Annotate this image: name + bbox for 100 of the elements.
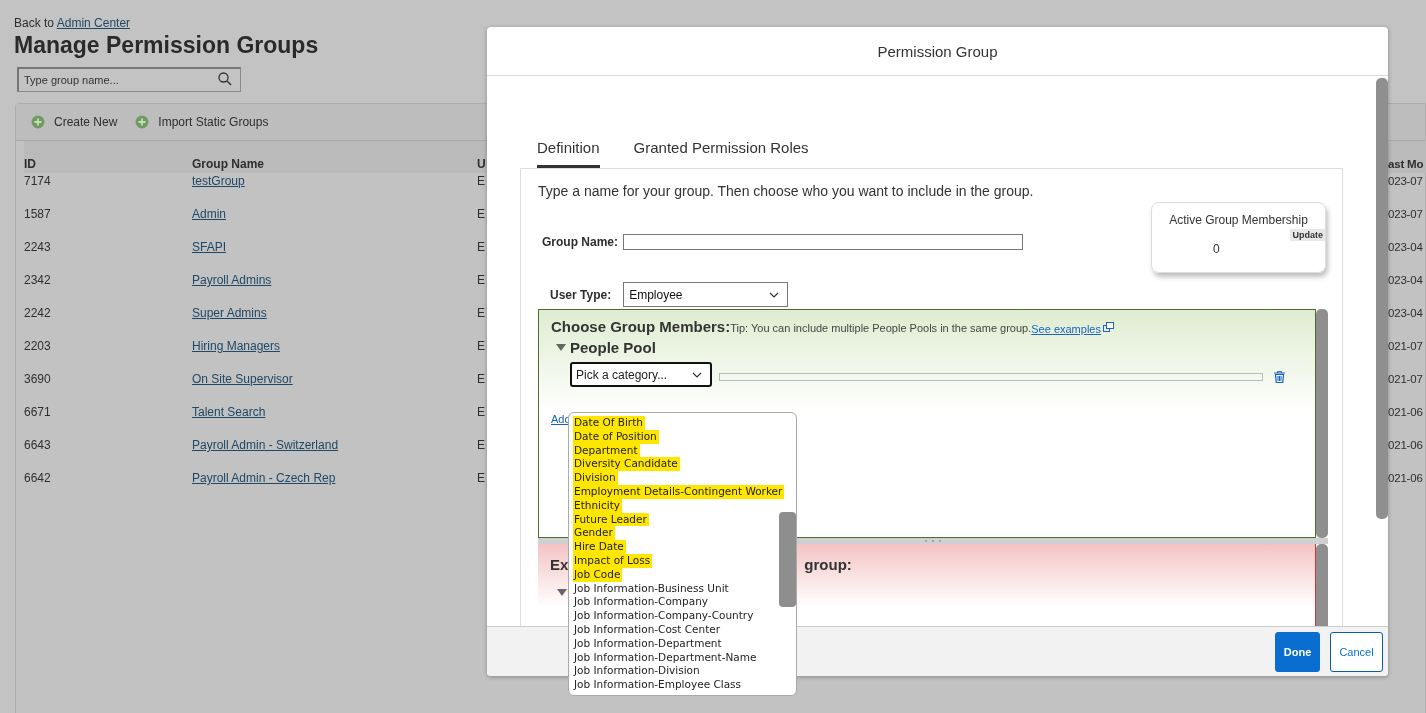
table-cell: 021-06 [1388, 472, 1423, 484]
table-cell: 021-07 [1388, 373, 1423, 385]
people-pool-title: People Pool [570, 339, 656, 356]
dropdown-option[interactable]: Impact of Loss [573, 553, 653, 568]
member-count: 0 [1213, 242, 1220, 256]
expand-triangle-icon[interactable] [556, 343, 566, 352]
dropdown-option[interactable]: Job Information-Division [573, 664, 702, 679]
group-name-link[interactable]: Payroll Admin - Czech Rep [192, 471, 336, 485]
dropdown-option[interactable]: Gender [573, 526, 615, 541]
page-title: Manage Permission Groups [14, 32, 319, 59]
dropdown-option[interactable]: Diversity Candidate [573, 457, 680, 472]
table-cell: E [477, 438, 485, 452]
table-cell: 7174 [24, 174, 51, 188]
value-field[interactable] [719, 372, 1263, 381]
group-name-field[interactable] [623, 234, 1023, 250]
external-link-icon [1102, 322, 1114, 332]
table-cell: 023-04 [1388, 307, 1423, 319]
card-title: Active Group Membership [1168, 213, 1309, 227]
table-cell: 2203 [24, 339, 51, 353]
table-cell: E [477, 405, 485, 419]
table-cell: E [477, 174, 485, 188]
dropdown-option[interactable]: Job Information-Business Unit [573, 581, 731, 596]
category-select[interactable]: Pick a category... [570, 362, 712, 387]
column-header: U [477, 157, 486, 171]
user-type-select[interactable]: Employee [623, 282, 789, 307]
table-cell: 023-04 [1388, 274, 1423, 286]
field-label: User Type: [550, 287, 612, 302]
table-cell: 3690 [24, 372, 51, 386]
column-header: ast Mo [1388, 158, 1424, 170]
add-icon [135, 115, 150, 129]
group-name-link[interactable]: Admin [192, 207, 226, 221]
dropdown-option[interactable]: Hire Date [573, 540, 626, 554]
tip-text: Tip: You can include multiple People Pools in the same group. [730, 322, 1032, 334]
dropdown-option[interactable]: Job Information-Company-Country [573, 609, 756, 623]
table-cell: 1587 [24, 207, 51, 221]
dropdown-option[interactable]: Employment Details-Contingent Worker [573, 485, 785, 499]
table-cell: 021-06 [1388, 406, 1423, 418]
search-icon[interactable] [218, 72, 232, 86]
group-name-link[interactable]: Hiring Managers [192, 339, 281, 353]
column-header: Group Name [192, 157, 264, 171]
search-field[interactable]: Type group name... [17, 67, 241, 92]
table-cell: 023-07 [1388, 208, 1423, 220]
dropdown-option[interactable]: Job Information-Cost Center [573, 622, 723, 637]
back-link-text: Back to Admin Center [14, 16, 132, 30]
done-button[interactable]: Done [1275, 631, 1320, 672]
section-title: group: [804, 556, 852, 573]
group-name-link[interactable]: testGroup [192, 174, 245, 188]
table-cell: 023-04 [1388, 241, 1423, 253]
scrollbar[interactable] [1316, 544, 1328, 626]
scrollbar[interactable] [1316, 309, 1328, 538]
dropdown-option[interactable]: Division [573, 471, 618, 485]
cancel-button[interactable]: Cancel [1330, 631, 1383, 672]
dropdown-option[interactable]: Job Information-Employee Class [573, 678, 744, 692]
table-cell: 6642 [24, 471, 51, 485]
toolbar-button[interactable]: Import Static Groups [135, 115, 269, 129]
update-button[interactable]: Update [1290, 229, 1325, 241]
table-cell: 021-06 [1388, 439, 1423, 451]
table-cell: 2243 [24, 240, 51, 254]
dropdown-option[interactable]: Job Information-Department-Name [573, 650, 759, 665]
section-title: Ex [550, 556, 569, 573]
dialog-title: Permission Group [877, 42, 998, 60]
group-name-link[interactable]: SFAPI [192, 240, 226, 254]
group-name-link[interactable]: Payroll Admins [192, 273, 272, 287]
scrollbar[interactable] [1376, 78, 1388, 519]
table-cell: 6643 [24, 438, 51, 452]
table-cell: E [477, 240, 485, 254]
field-label: Group Name: [542, 235, 618, 249]
chevron-down-icon [692, 371, 702, 378]
table-cell: 6671 [24, 405, 51, 419]
chevron-down-icon [769, 291, 780, 298]
add-icon [31, 115, 45, 129]
intro-text: Type a name for your group. Then choose who you want to include in the group. [538, 183, 1035, 199]
dropdown-option[interactable]: Job Information-Company [573, 595, 711, 610]
table-cell: E [477, 372, 485, 386]
group-name-link[interactable]: Talent Search [192, 405, 266, 419]
table-cell: 2342 [24, 273, 51, 287]
trash-icon[interactable] [1274, 371, 1285, 383]
table-cell: E [477, 471, 485, 485]
group-name-link[interactable]: Super Admins [192, 306, 267, 320]
scrollbar-thumb[interactable] [779, 512, 796, 607]
group-name-link[interactable]: Payroll Admin - Switzerland [192, 438, 339, 452]
expand-triangle-icon[interactable] [557, 589, 567, 597]
tab[interactable]: Granted Permission Roles [633, 139, 809, 168]
tab[interactable]: Definition [537, 139, 600, 168]
column-header: ID [24, 157, 36, 171]
toolbar-button[interactable]: Create New [31, 115, 118, 129]
table-cell: 2242 [24, 306, 51, 320]
table-cell: E [477, 306, 485, 320]
group-name-link[interactable]: On Site Supervisor [192, 372, 293, 386]
section-title: Choose Group Members: [551, 318, 731, 335]
dropdown-option[interactable]: Future Leader [573, 512, 649, 527]
dropdown-option[interactable]: Date Of Birth [573, 416, 645, 430]
admin-center-link[interactable]: Admin Center [56, 16, 131, 30]
table-cell: E [477, 207, 485, 221]
table-cell: E [477, 273, 485, 287]
grip-icon[interactable] [923, 538, 943, 544]
table-cell: 021-07 [1388, 340, 1423, 352]
dropdown-option[interactable]: Job Information-Department [573, 636, 724, 651]
see-examples-link[interactable]: See examples [1031, 323, 1101, 335]
table-cell: E [477, 339, 485, 353]
